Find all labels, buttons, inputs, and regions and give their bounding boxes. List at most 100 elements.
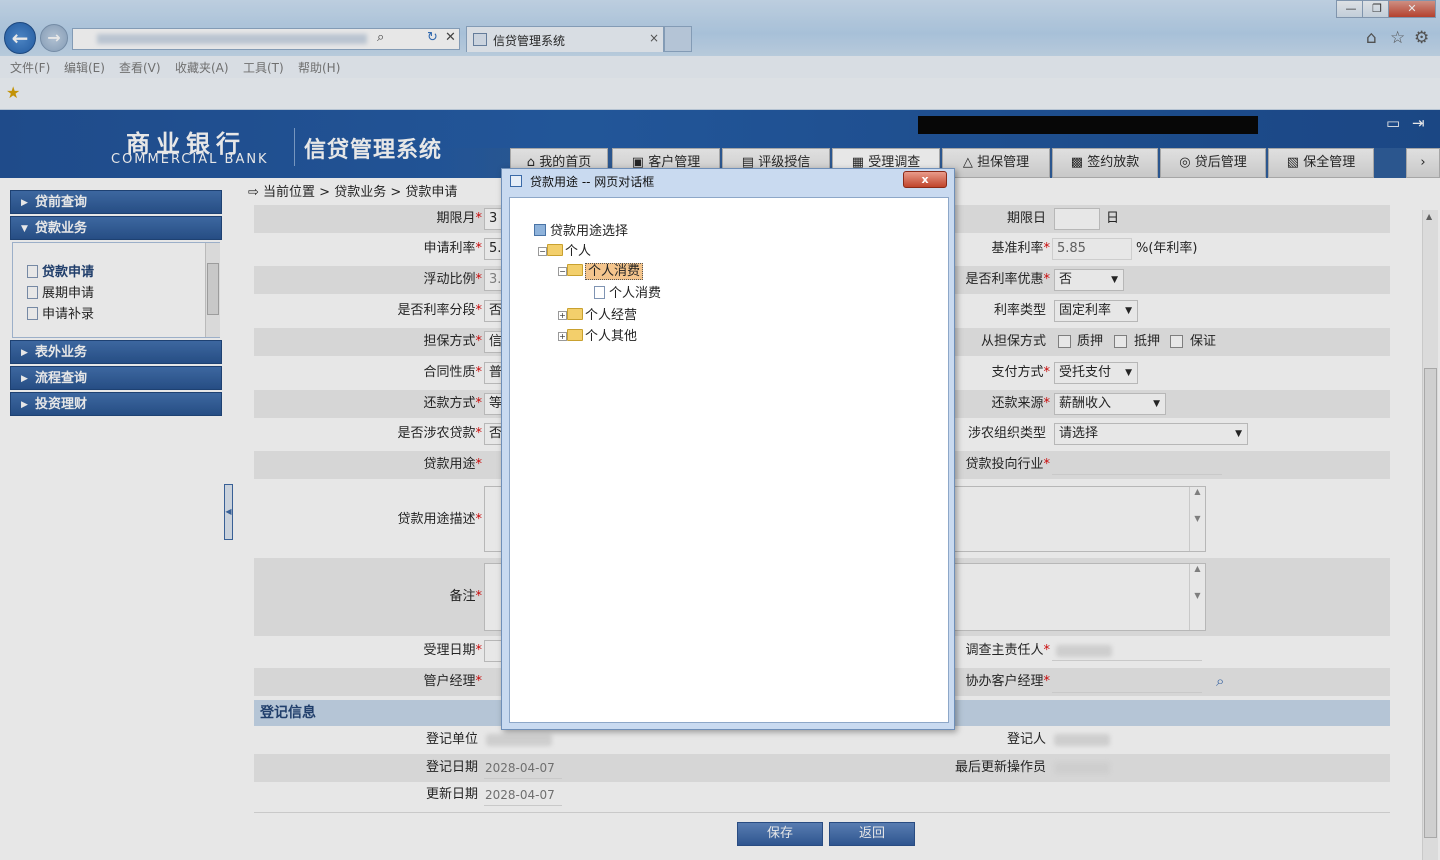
expand-icon[interactable]: + [558, 332, 567, 341]
purpose-desc-label: 贷款用途描述* [397, 512, 482, 527]
sidebar-item-loan-apply[interactable]: 贷款申请 [27, 261, 94, 280]
tab-guarantee-label: 担保管理 [977, 155, 1030, 170]
guarantee-label: 担保方式* [423, 334, 482, 349]
sidebar-section-label: 贷款业务 [35, 221, 88, 236]
tab-scroll-right[interactable]: › [1406, 148, 1440, 178]
loan-purpose-dialog: 贷款用途 -- 网页对话框 x 贷款用途选择 − 个人 − 个人消费 个人消费 + 个… [501, 168, 955, 730]
surety-checkbox[interactable] [1170, 335, 1183, 348]
back-button-form[interactable]: 返回 [829, 822, 915, 846]
rate-type-select[interactable]: 固定利率 [1054, 300, 1138, 322]
sidebar-collapse-handle[interactable]: ◀ [224, 484, 233, 540]
sidebar-section-loan-business[interactable]: ▼ 贷款业务 [10, 216, 222, 240]
tab-signing[interactable]: ▩ 签约放款 [1052, 148, 1158, 178]
tree-leaf-personal-consume[interactable]: 个人消费 [594, 282, 661, 301]
payment-select[interactable]: 受托支付 [1054, 362, 1138, 384]
textarea-scrollbar[interactable]: ▲ ▼ [1189, 487, 1205, 551]
collapse-icon[interactable]: − [558, 267, 567, 276]
page-scrollbar[interactable]: ▲ [1422, 210, 1438, 860]
caret-down-icon: ▼ [21, 224, 28, 234]
sidebar-scrollbar[interactable] [205, 243, 220, 337]
new-tab-button[interactable] [664, 26, 692, 52]
address-bar[interactable]: ⌕ ↻ ✕ [72, 28, 460, 50]
save-button[interactable]: 保存 [737, 822, 823, 846]
menu-favorites[interactable]: 收藏夹(A) [175, 59, 229, 76]
update-date-label: 更新日期 [425, 787, 478, 802]
close-window-button[interactable]: ✕ [1388, 0, 1436, 18]
rate-type-label: 利率类型 [993, 303, 1046, 318]
folder-open-icon [567, 264, 583, 276]
agri-label: 是否涉农贷款* [397, 426, 482, 441]
rate-discount-select[interactable]: 否 [1054, 269, 1124, 291]
sidebar-item-supplement[interactable]: 申请补录 [27, 303, 94, 322]
menu-edit[interactable]: 编辑(E) [64, 59, 105, 76]
logout-icon[interactable]: ⇥ [1412, 114, 1425, 132]
sidebar-section-preloan-query[interactable]: ▶ 贷前查询 [10, 190, 222, 214]
caret-right-icon: ▶ [21, 198, 28, 208]
tab-preservation[interactable]: ▧ 保全管理 [1268, 148, 1374, 178]
register-person-label: 登记人 [1006, 732, 1046, 747]
browser-menubar: 文件(F) 编辑(E) 查看(V) 收藏夹(A) 工具(T) 帮助(H) [0, 56, 1440, 78]
menu-file[interactable]: 文件(F) [10, 59, 50, 76]
close-tab-icon[interactable]: × [649, 31, 659, 45]
menu-view[interactable]: 查看(V) [119, 59, 161, 76]
footer-divider [254, 812, 1390, 813]
tree-leaf-label: 个人消费 [609, 286, 662, 301]
collapse-icon[interactable]: − [538, 247, 547, 256]
tree-root[interactable]: 贷款用途选择 [534, 220, 628, 239]
search-icon[interactable]: ⌕ [377, 30, 384, 45]
folder-open-icon [547, 244, 563, 256]
refresh-icon[interactable]: ↻ [427, 30, 438, 45]
forward-button[interactable]: → [40, 24, 68, 52]
tree-node-personal-other[interactable]: + 个人其他 [558, 325, 637, 344]
tree-node-personal[interactable]: − 个人 [538, 240, 591, 259]
assist-manager-input[interactable] [1052, 692, 1202, 693]
register-date-label: 登记日期 [425, 760, 478, 775]
surety-label: 保证 [1190, 334, 1217, 349]
gear-icon[interactable]: ⚙ [1414, 28, 1429, 48]
sidebar-section-investment[interactable]: ▶ 投资理财 [10, 392, 222, 416]
accept-date-label: 受理日期* [423, 643, 482, 658]
back-button[interactable]: ← [4, 22, 36, 54]
menu-help[interactable]: 帮助(H) [298, 59, 340, 76]
scroll-up-icon[interactable]: ▲ [1426, 212, 1432, 221]
tab-post-loan[interactable]: ◎ 贷后管理 [1160, 148, 1266, 178]
scroll-thumb[interactable] [207, 263, 219, 315]
stop-icon[interactable]: ✕ [445, 30, 456, 45]
dialog-close-button[interactable]: x [903, 171, 947, 188]
expand-icon[interactable]: + [558, 311, 567, 320]
register-unit-blurred [486, 734, 552, 746]
repay-source-select[interactable]: 薪酬收入 [1054, 393, 1166, 415]
sidebar-section-process-query[interactable]: ▶ 流程查询 [10, 366, 222, 390]
signing-icon: ▩ [1070, 155, 1088, 170]
textarea-scrollbar[interactable]: ▲ ▼ [1189, 564, 1205, 630]
mortgage-label: 抵押 [1134, 334, 1161, 349]
term-day-input[interactable] [1054, 208, 1100, 230]
menu-tools[interactable]: 工具(T) [243, 59, 284, 76]
monitor-icon[interactable]: ▭ [1386, 114, 1400, 132]
sidebar-item-label: 展期申请 [42, 286, 95, 301]
browser-tab[interactable]: 信贷管理系统 × [466, 26, 664, 52]
sidebar-item-extension-apply[interactable]: 展期申请 [27, 282, 94, 301]
tree-node-personal-business[interactable]: + 个人经营 [558, 304, 637, 323]
folder-icon [567, 308, 583, 320]
industry-input[interactable] [1052, 474, 1222, 475]
address-text-blurred [97, 34, 367, 44]
add-favorite-icon[interactable]: ★ [6, 83, 20, 102]
tab-post-loan-label: 贷后管理 [1194, 155, 1247, 170]
tree-node-personal-consume[interactable]: − 个人消费 [558, 260, 644, 280]
post-loan-icon: ◎ [1179, 155, 1195, 170]
preservation-icon: ▧ [1286, 155, 1304, 170]
tab-guarantee[interactable]: △ 担保管理 [942, 148, 1050, 178]
favorites-star-icon[interactable]: ☆ [1390, 28, 1405, 48]
contract-label: 合同性质* [423, 365, 482, 380]
remark-label: 备注* [449, 589, 482, 604]
investigator-input[interactable] [1052, 660, 1202, 661]
sidebar-section-offbalance[interactable]: ▶ 表外业务 [10, 340, 222, 364]
sidebar-section-label: 贷前查询 [35, 195, 88, 210]
pledge-checkbox[interactable] [1058, 335, 1071, 348]
home-icon[interactable]: ⌂ [1366, 28, 1377, 48]
mortgage-checkbox[interactable] [1114, 335, 1127, 348]
search-icon[interactable]: ⌕ [1216, 672, 1224, 690]
page-scroll-thumb[interactable] [1424, 368, 1437, 838]
agri-org-select[interactable]: 请选择 [1054, 423, 1248, 445]
